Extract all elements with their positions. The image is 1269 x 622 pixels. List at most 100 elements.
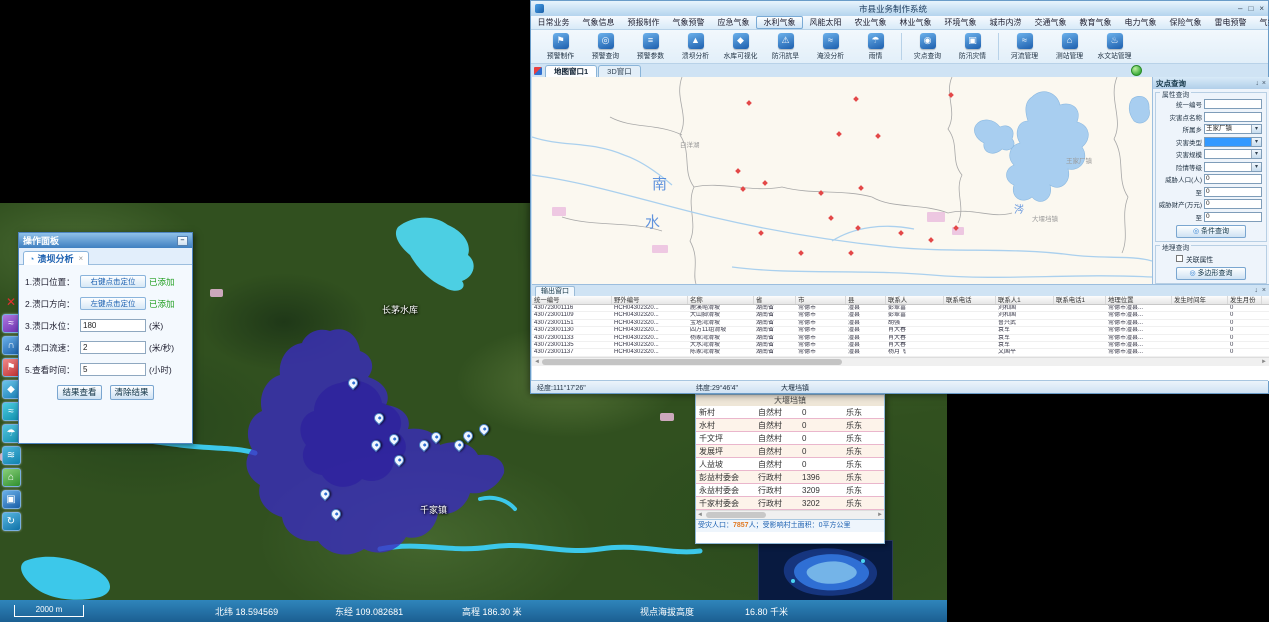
condition-query-button[interactable]: ◎ 条件查询 <box>1176 225 1246 238</box>
menu-item[interactable]: 风能太阳 <box>803 16 848 29</box>
globe-refresh-icon[interactable] <box>1131 65 1142 76</box>
menu-item[interactable]: 环境气象 <box>938 16 983 29</box>
menu-item[interactable]: 教育气象 <box>1073 16 1118 29</box>
table-row[interactable]: 430723001137HCH04302320...陈家湾滑坡 湖南省常德市澧县… <box>532 349 1269 356</box>
reset-tool-icon[interactable]: ↻ <box>2 512 21 531</box>
column-header[interactable]: 地理位置 <box>1106 296 1172 304</box>
toolbar-button[interactable]: ◆ 水库可视化 <box>718 33 763 60</box>
unified-no-input[interactable] <box>1204 99 1262 109</box>
village-row[interactable]: 新村 自然村 0 乐东 <box>696 406 884 419</box>
column-header[interactable]: 县 <box>846 296 886 304</box>
tab-3d-window[interactable]: 3D窗口 <box>598 65 641 77</box>
operation-panel-titlebar[interactable]: 操作面板 – <box>19 233 192 248</box>
minimize-icon[interactable]: – <box>177 236 188 246</box>
menu-item[interactable]: 预报制作 <box>621 16 666 29</box>
column-header[interactable]: 省 <box>754 296 796 304</box>
column-header[interactable]: 野外编号 <box>612 296 688 304</box>
toolbar-button[interactable]: ▲ 溃坝分析 <box>673 33 718 60</box>
menu-item[interactable]: 水利气象 <box>756 16 803 29</box>
disaster-scale-select[interactable] <box>1204 149 1262 159</box>
disaster-type-select[interactable] <box>1204 137 1262 147</box>
table-row[interactable]: 430723001133HCH04302320...杨家湾滑坡 湖南省常德市澧县… <box>532 335 1269 342</box>
threat-pop-input[interactable]: 0 <box>1204 174 1262 184</box>
village-row[interactable]: 千文坪 自然村 0 乐东 <box>696 432 884 445</box>
toolbar-button[interactable]: ⚑ 预警制作 <box>538 33 583 60</box>
person-tool-icon[interactable]: ▣ <box>2 490 21 509</box>
village-row[interactable]: 人益坡 自然村 0 乐东 <box>696 458 884 471</box>
pin-icon[interactable]: ↓ <box>1254 287 1258 294</box>
menu-item[interactable]: 雷电预警 <box>1208 16 1253 29</box>
column-header[interactable]: 发生月份 <box>1228 296 1262 304</box>
column-header[interactable]: 联系人1 <box>996 296 1054 304</box>
tab-close-icon[interactable]: × <box>78 254 83 263</box>
minimize-icon[interactable]: – <box>1238 4 1242 13</box>
column-header[interactable]: 统一编号 <box>532 296 612 304</box>
toolbar-button[interactable]: ◎ 预警查询 <box>583 33 628 60</box>
breach-level-input[interactable]: 180 <box>80 319 146 332</box>
close-icon[interactable]: × <box>1262 80 1266 87</box>
toolbar-button[interactable]: ▣ 防汛灾情 <box>950 33 995 60</box>
vector-map[interactable]: 南 水 涔 大堰垱镇 王家厂镇 白洋湖 <box>532 77 1152 284</box>
village-hscrollbar[interactable]: ◄► <box>696 510 884 519</box>
toolbar-button[interactable]: ♨ 水文站管理 <box>1092 33 1137 60</box>
link-attributes-checkbox[interactable] <box>1176 255 1183 262</box>
column-header[interactable]: 市 <box>796 296 846 304</box>
maximize-icon[interactable]: □ <box>1248 4 1253 13</box>
table-hscrollbar[interactable]: ◄► <box>532 357 1269 366</box>
window-titlebar[interactable]: 市县业务制作系统 – □ × <box>531 1 1268 16</box>
menu-item[interactable]: 城市内涝 <box>983 16 1028 29</box>
village-row[interactable]: 永益村委会 行政村 3209 乐东 <box>696 484 884 497</box>
column-header[interactable]: 联系人 <box>886 296 944 304</box>
toolbar-button[interactable]: ◉ 灾点查询 <box>905 33 950 60</box>
close-icon[interactable]: × <box>1259 4 1264 13</box>
toolbar-button[interactable]: ≡ 预警参数 <box>628 33 673 60</box>
village-row[interactable]: 千家村委会 行政村 3202 乐东 <box>696 497 884 510</box>
toolbar-button[interactable]: ⌂ 测站管理 <box>1047 33 1092 60</box>
breach-position-button[interactable]: 右键点击定位 <box>80 275 146 288</box>
township-select[interactable]: 王家厂镇 <box>1204 124 1262 134</box>
menu-item[interactable]: 保险气象 <box>1163 16 1208 29</box>
menu-item[interactable]: 应急气象 <box>711 16 756 29</box>
close-icon[interactable]: × <box>1262 287 1266 294</box>
menu-item[interactable]: 气象预警 <box>666 16 711 29</box>
toolbar-button[interactable]: ⚠ 防汛抗旱 <box>763 33 808 60</box>
pin-icon[interactable]: ↓ <box>1255 80 1259 87</box>
table-row[interactable]: 430723001151HCH04302320...宝塔湾滑坡 湖南省常德市澧县… <box>532 320 1269 327</box>
tab-map-window-1[interactable]: 地图窗口1 <box>545 65 597 77</box>
column-header[interactable]: 联系电话 <box>944 296 996 304</box>
village-row[interactable]: 彭益村委会 行政村 1396 乐东 <box>696 471 884 484</box>
table-row[interactable]: 430723001109HCH04302320...大山脚滑坡 湖南省常德市澧县… <box>532 312 1269 319</box>
menu-item[interactable]: 林业气象 <box>893 16 938 29</box>
overview-minimap[interactable] <box>758 540 893 602</box>
menu-item[interactable]: 气象指数 <box>1253 16 1269 29</box>
menu-item[interactable]: 交通气象 <box>1028 16 1073 29</box>
danger-level-select[interactable] <box>1204 162 1262 172</box>
view-time-input[interactable]: 5 <box>80 363 146 376</box>
table-row[interactable]: 430723001130HCH04302320...四方11组滑坡 湖南省常德市… <box>532 327 1269 334</box>
menu-item[interactable]: 电力气象 <box>1118 16 1163 29</box>
point-name-input[interactable] <box>1204 112 1262 122</box>
threat-asset-to-input[interactable]: 0 <box>1204 212 1262 222</box>
waves-tool-icon[interactable]: ≋ <box>2 446 21 465</box>
toolbar-button[interactable]: ≈ 河流管理 <box>1002 33 1047 60</box>
tab-dam-break-analysis[interactable]: ◔ 溃坝分析 × <box>23 251 89 265</box>
column-header[interactable]: 联系电话1 <box>1054 296 1106 304</box>
toolbar-button[interactable]: ☂ 雨情 <box>853 33 898 60</box>
home-tool-icon[interactable]: ⌂ <box>2 468 21 487</box>
polygon-query-button[interactable]: ◎ 多边形查询 <box>1176 267 1246 280</box>
table-row[interactable]: 430723001116HCH04302320...鹿溪峪滑坡 湖南省常德市澧县… <box>532 305 1269 312</box>
toolbar-button[interactable]: ≈ 淹没分析 <box>808 33 853 60</box>
menu-item[interactable]: 农业气象 <box>848 16 893 29</box>
close-tools-icon[interactable]: ✕ <box>6 295 16 309</box>
menu-item[interactable]: 日常业务 <box>531 16 576 29</box>
view-result-button[interactable]: 结果查看 <box>57 385 101 400</box>
table-row[interactable]: 430723001135HCH04302320...大水湾滑坡 湖南省常德市澧县… <box>532 342 1269 349</box>
threat-asset-input[interactable]: 0 <box>1204 199 1262 209</box>
column-header[interactable]: 名称 <box>688 296 754 304</box>
village-row[interactable]: 发展坪 自然村 0 乐东 <box>696 445 884 458</box>
column-header[interactable]: 发生时间年 <box>1172 296 1228 304</box>
breach-velocity-input[interactable]: 2 <box>80 341 146 354</box>
breach-direction-button[interactable]: 左键点击定位 <box>80 297 146 310</box>
output-panel-title[interactable]: 输出窗口 <box>535 286 575 296</box>
clear-result-button[interactable]: 清除结果 <box>110 385 154 400</box>
